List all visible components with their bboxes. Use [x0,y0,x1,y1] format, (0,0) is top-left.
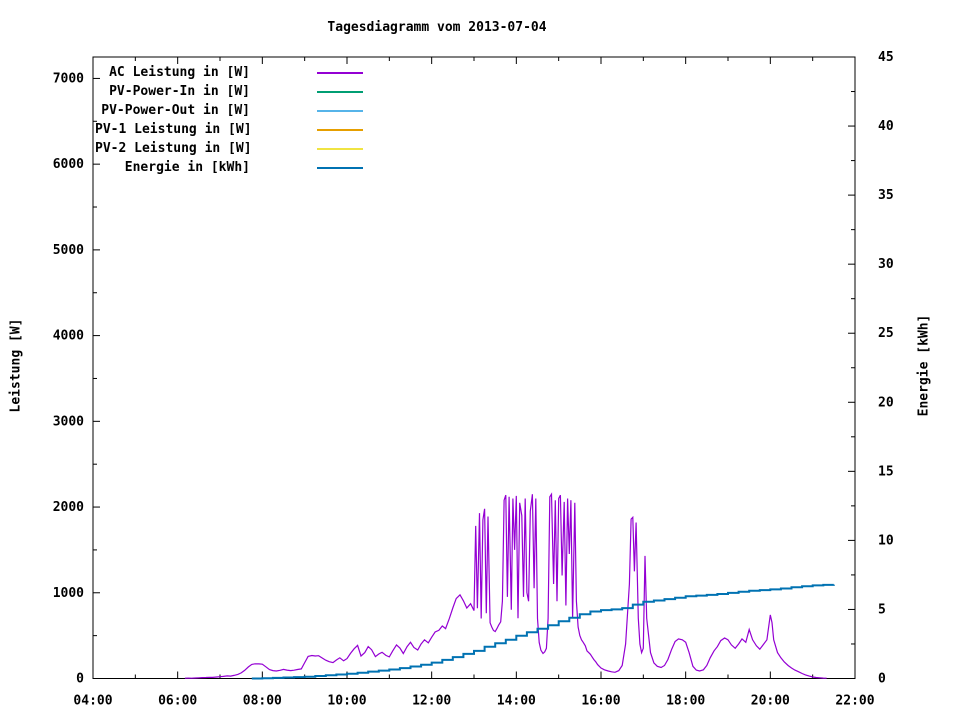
y1-tick-label: 4000 [53,329,84,344]
legend-label: PV-Power-In in [W] [95,84,250,99]
legend-line-sample [317,148,363,150]
y2-tick-label: 40 [878,119,894,134]
curve-energy [252,585,834,679]
legend-item-pv1-power: PV-1 Leistung in [W] [95,120,363,139]
x-tick-label: 10:00 [327,694,366,709]
x-tick-label: 22:00 [835,694,874,709]
legend-line-sample [317,129,363,131]
legend-item-pv-power-out: PV-Power-Out in [W] [95,101,363,120]
legend-label: PV-2 Leistung in [W] [95,141,250,156]
legend-line-sample [317,167,363,169]
y2-tick-label: 45 [878,50,894,65]
y2-tick-label: 10 [878,533,894,548]
y2-tick-label: 30 [878,257,894,272]
x-tick-label: 08:00 [243,694,282,709]
legend: AC Leistung in [W] PV-Power-In in [W] PV… [95,63,363,177]
y2-tick-label: 35 [878,188,894,203]
y1-tick-label: 5000 [53,243,84,258]
x-tick-label: 18:00 [666,694,705,709]
y1-tick-label: 6000 [53,157,84,172]
legend-item-pv2-power: PV-2 Leistung in [W] [95,139,363,158]
legend-label: PV-Power-Out in [W] [95,103,250,118]
x-tick-label: 14:00 [497,694,536,709]
legend-line-sample [317,110,363,112]
y1-tick-label: 7000 [53,71,84,86]
legend-label: AC Leistung in [W] [95,65,250,80]
legend-item-ac-power: AC Leistung in [W] [95,63,363,82]
x-tick-label: 06:00 [158,694,197,709]
legend-label: PV-1 Leistung in [W] [95,122,250,137]
curve-ac-power [185,494,827,678]
legend-item-energy: Energie in [kWh] [95,158,363,177]
legend-line-sample [317,91,363,93]
x-tick-label: 04:00 [73,694,112,709]
y2-tick-label: 0 [878,672,886,687]
y2-tick-label: 20 [878,395,894,410]
y2-tick-label: 15 [878,464,894,479]
x-tick-label: 20:00 [751,694,790,709]
legend-item-pv-power-in: PV-Power-In in [W] [95,82,363,101]
y1-tick-label: 1000 [53,586,84,601]
y1-tick-label: 0 [76,672,84,687]
y1-tick-label: 2000 [53,500,84,515]
x-tick-label: 16:00 [581,694,620,709]
y2-tick-label: 25 [878,326,894,341]
y1-tick-label: 3000 [53,414,84,429]
x-tick-label: 12:00 [412,694,451,709]
y2-tick-label: 5 [878,602,886,617]
legend-label: Energie in [kWh] [95,160,250,175]
legend-line-sample [317,72,363,74]
